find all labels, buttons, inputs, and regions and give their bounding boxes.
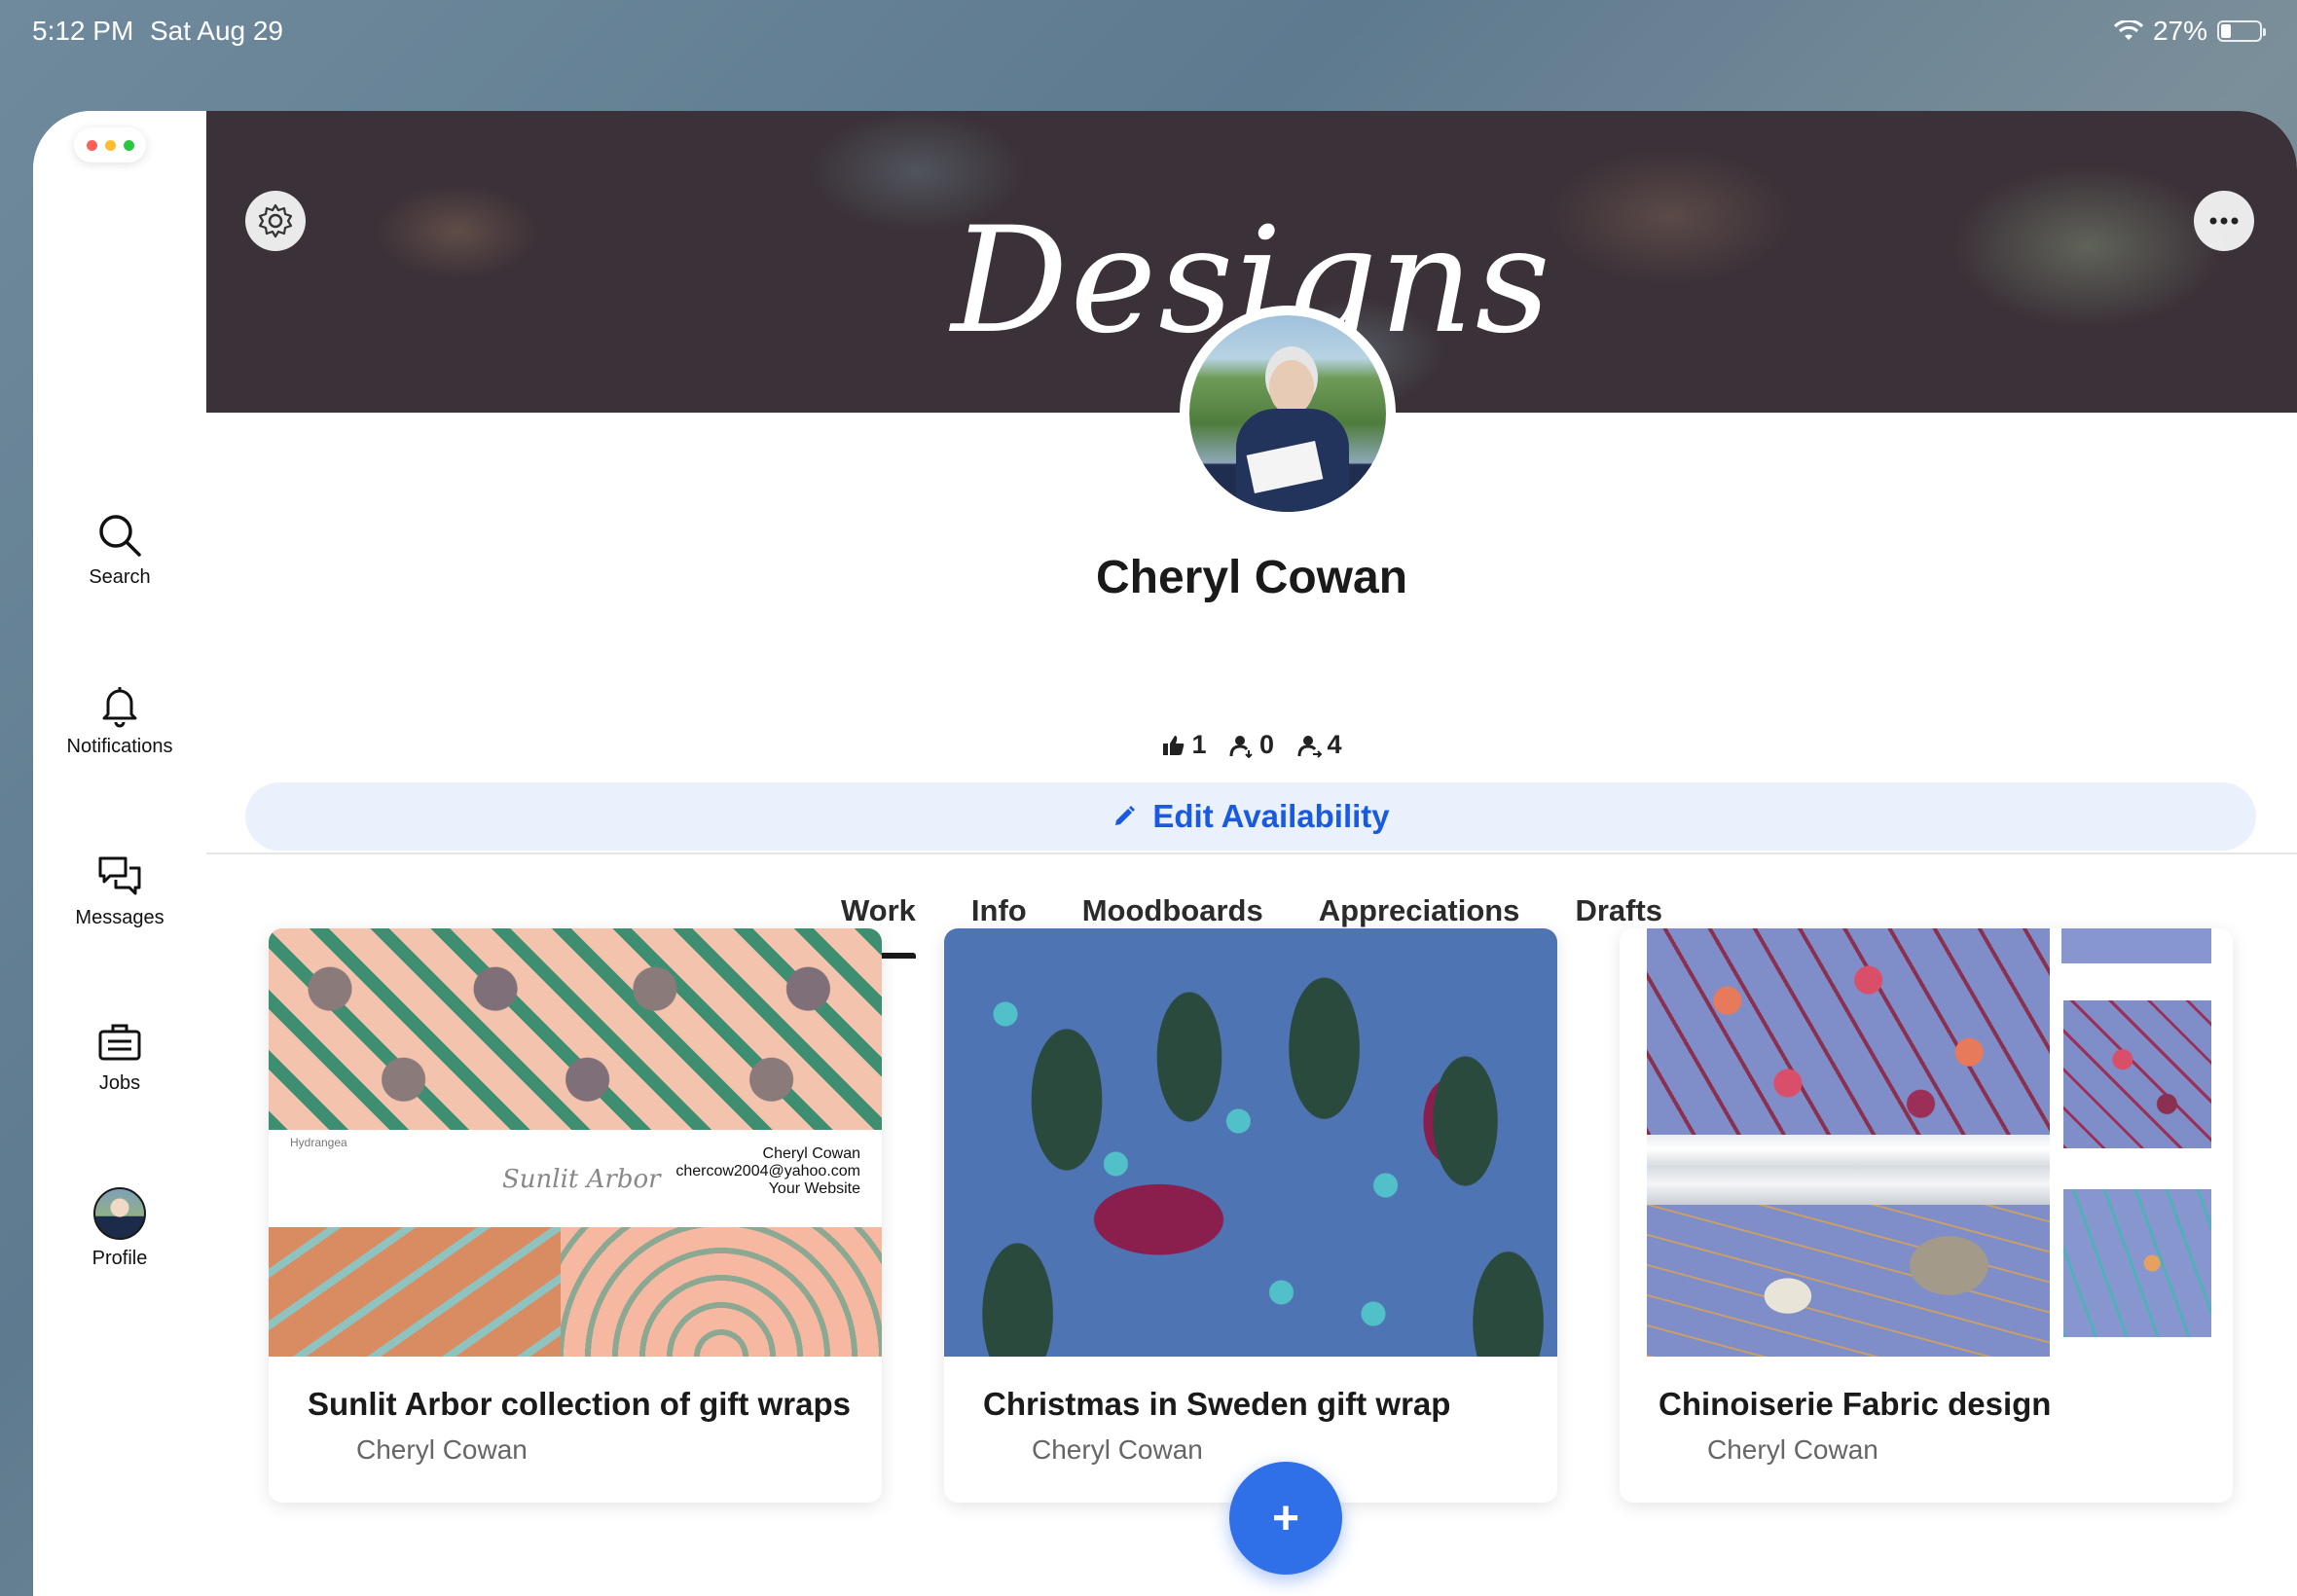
appreciations-count: 1	[1191, 730, 1207, 759]
sidebar-item-search[interactable]: Search	[33, 510, 206, 589]
cover-info-strip: Hydrangea Sunlit Arbor Cheryl Cowan cher…	[269, 1130, 882, 1227]
contact-info: Cheryl Cowan chercow2004@yahoo.com Your …	[675, 1145, 860, 1198]
project-title[interactable]: Chinoiserie Fabric design	[1659, 1386, 2051, 1423]
molding-panel	[1647, 1135, 2050, 1205]
settings-button[interactable]	[245, 191, 306, 251]
status-date: Sat Aug 29	[150, 16, 284, 46]
app-window: Search Notifications Messages Jobs Profi…	[33, 111, 2297, 1596]
battery-percent: 27%	[2152, 16, 2207, 46]
thumbs-up-icon	[1163, 735, 1185, 755]
project-owner[interactable]: Cheryl Cowan	[1707, 1434, 1878, 1466]
contact-name: Cheryl Cowan	[762, 1145, 860, 1162]
contact-site: Your Website	[768, 1180, 860, 1197]
floral-panel	[1647, 928, 2050, 1135]
window-dot-green[interactable]	[123, 139, 134, 151]
project-title[interactable]: Christmas in Sweden gift wrap	[983, 1386, 1450, 1423]
contact-email: chercow2004@yahoo.com	[675, 1163, 860, 1179]
project-owner[interactable]: Cheryl Cowan	[1032, 1434, 1203, 1466]
tab-divider	[206, 852, 2297, 854]
avatar	[93, 1187, 146, 1240]
swatch-branch	[2063, 1189, 2211, 1337]
sidebar-item-profile[interactable]: Profile	[33, 1187, 206, 1270]
pencil-icon	[1115, 806, 1136, 825]
project-cover: Hydrangea Sunlit Arbor Cheryl Cowan cher…	[269, 928, 882, 1357]
project-card-sunlit-arbor[interactable]: Hydrangea Sunlit Arbor Cheryl Cowan cher…	[269, 928, 882, 1503]
followers-stat[interactable]: 0	[1229, 730, 1274, 760]
sidebar: Search Notifications Messages Jobs Profi…	[33, 111, 208, 1596]
following-icon	[1297, 735, 1322, 758]
swatch-floral	[2063, 1000, 2211, 1148]
profile-name: Cheryl Cowan	[1095, 552, 1408, 603]
battery-icon	[2217, 20, 2266, 42]
wifi-icon	[2113, 20, 2143, 40]
project-card-chinoiserie[interactable]: Chinoiserie Fabric design Cheryl Cowan	[1620, 928, 2233, 1503]
search-icon	[99, 515, 141, 557]
followers-icon	[1229, 735, 1253, 758]
sidebar-item-notifications[interactable]: Notifications	[33, 679, 206, 758]
briefcase-icon	[98, 1024, 141, 1061]
sidebar-item-label: Profile	[91, 1248, 148, 1269]
window-dot-red[interactable]	[86, 139, 97, 151]
gear-icon	[258, 203, 293, 238]
project-owner[interactable]: Cheryl Cowan	[356, 1434, 528, 1466]
following-count: 4	[1327, 730, 1342, 759]
appreciations-stat[interactable]: 1	[1161, 730, 1206, 760]
profile-avatar[interactable]	[1180, 306, 1396, 522]
chat-bubbles-icon	[98, 856, 141, 895]
window-dot-yellow[interactable]	[104, 139, 116, 151]
sidebar-item-jobs[interactable]: Jobs	[33, 1016, 206, 1095]
profile-main: Designs Cheryl Cowan 1 0 4 Edit Availabi…	[206, 111, 2297, 1596]
bell-icon	[102, 687, 137, 728]
sidebar-item-label: Search	[89, 566, 151, 588]
sidebar-item-messages[interactable]: Messages	[33, 851, 206, 929]
pagoda-panel	[1647, 1205, 2050, 1357]
followers-count: 0	[1258, 730, 1275, 759]
ellipsis-icon	[2209, 217, 2239, 225]
create-project-button[interactable]: +	[1229, 1462, 1342, 1575]
edit-availability-button[interactable]: Edit Availability	[245, 782, 2256, 851]
edit-availability-label: Edit Availability	[1152, 798, 1390, 834]
window-controls[interactable]	[74, 127, 146, 163]
project-cover	[944, 928, 1557, 1357]
project-title[interactable]: Sunlit Arbor collection of gift wraps	[308, 1386, 851, 1423]
sidebar-item-label: Messages	[75, 907, 164, 928]
battery-level	[2221, 24, 2231, 38]
project-card-christmas-sweden[interactable]: Christmas in Sweden gift wrap Cheryl Cow…	[944, 928, 1557, 1503]
avatar-head	[1269, 360, 1314, 415]
swatch-top	[2061, 928, 2211, 963]
arch-pattern	[561, 1227, 882, 1357]
project-cover	[1620, 928, 2233, 1357]
sidebar-item-label: Jobs	[98, 1072, 141, 1094]
following-stat[interactable]: 4	[1297, 730, 1342, 760]
pattern-name: Hydrangea	[290, 1136, 347, 1149]
status-right: 27%	[2113, 16, 2266, 47]
more-options-button[interactable]	[2194, 191, 2254, 251]
hydrangea-pattern	[269, 928, 882, 1130]
status-bar: 5:12 PM Sat Aug 29 27%	[0, 0, 2297, 62]
status-time: 5:12 PM	[32, 16, 134, 46]
leaf-pattern	[269, 1227, 561, 1357]
profile-stats: 1 0 4	[206, 730, 2297, 765]
signature: Sunlit Arbor	[502, 1165, 661, 1194]
sidebar-item-label: Notifications	[66, 736, 173, 757]
